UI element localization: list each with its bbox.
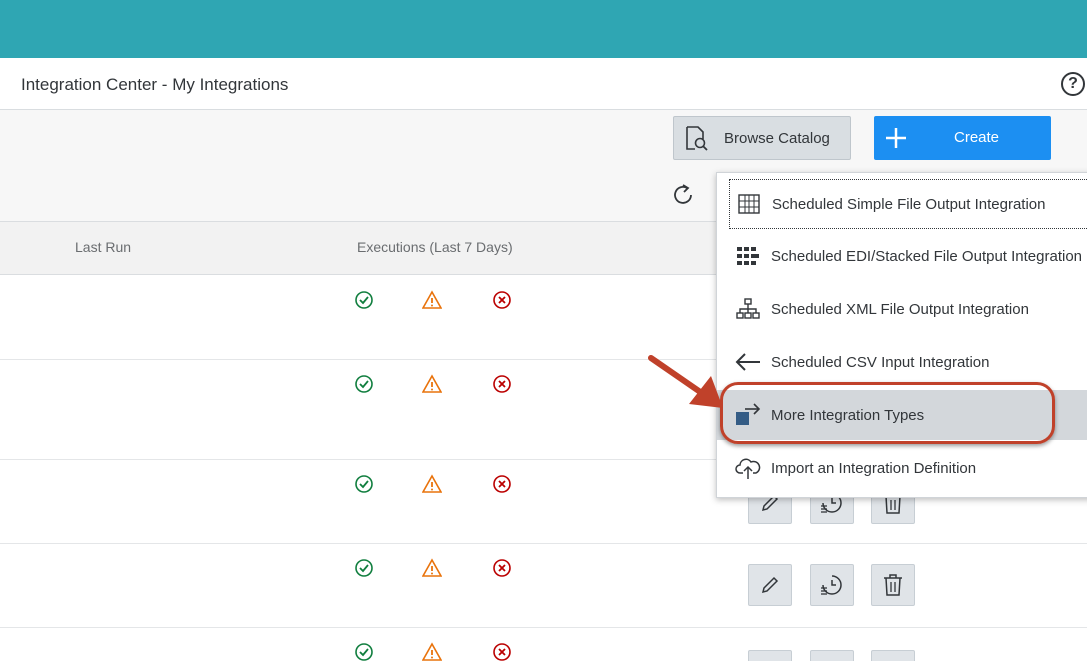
- error-x-icon[interactable]: [492, 642, 512, 661]
- create-button[interactable]: Create: [874, 116, 1051, 160]
- success-check-icon[interactable]: [354, 474, 374, 494]
- menu-item-label: Scheduled CSV Input Integration: [771, 353, 990, 371]
- grid-table-icon: [736, 191, 762, 217]
- menu-item-label: Scheduled EDI/Stacked File Output Integr…: [771, 247, 1083, 265]
- shell-header-bar: [0, 0, 1087, 58]
- browse-catalog-button[interactable]: Browse Catalog: [673, 116, 851, 160]
- title-bar: Integration Center - My Integrations ?: [0, 58, 1087, 110]
- browse-catalog-label: Browse Catalog: [724, 129, 830, 147]
- warning-triangle-icon[interactable]: [422, 290, 442, 310]
- error-x-icon[interactable]: [492, 290, 512, 310]
- annotation-arrow-icon: [648, 355, 723, 408]
- menu-item-import-definition[interactable]: Import an Integration Definition: [717, 443, 1087, 493]
- menu-item-simple-file-output[interactable]: Scheduled Simple File Output Integration: [729, 179, 1087, 229]
- cloud-upload-icon: [735, 455, 761, 481]
- menu-item-xml-file-output[interactable]: Scheduled XML File Output Integration: [717, 284, 1087, 334]
- error-x-icon[interactable]: [492, 374, 512, 394]
- trash-icon: [884, 574, 902, 596]
- warning-triangle-icon[interactable]: [422, 474, 442, 494]
- error-x-icon[interactable]: [492, 474, 512, 494]
- warning-triangle-icon[interactable]: [422, 374, 442, 394]
- schedule-history-button[interactable]: [810, 564, 854, 606]
- annotation-highlight-ring: [720, 382, 1055, 444]
- question-circle-icon[interactable]: ?: [1061, 72, 1085, 96]
- create-menu: Scheduled Simple File Output Integration…: [716, 172, 1087, 498]
- pencil-icon: [761, 576, 779, 594]
- schedule-history-button[interactable]: [810, 650, 854, 661]
- error-x-icon[interactable]: [492, 558, 512, 578]
- warning-triangle-icon[interactable]: [422, 558, 442, 578]
- success-check-icon[interactable]: [354, 290, 374, 310]
- hierarchy-icon: [735, 296, 761, 322]
- success-check-icon[interactable]: [354, 558, 374, 578]
- delete-button[interactable]: [871, 650, 915, 661]
- history-clock-icon: [821, 575, 842, 595]
- edit-button[interactable]: [748, 564, 792, 606]
- edit-button[interactable]: [748, 650, 792, 661]
- menu-item-edi-stacked-output[interactable]: Scheduled EDI/Stacked File Output Integr…: [717, 231, 1087, 281]
- menu-item-label: Scheduled Simple File Output Integration: [772, 195, 1046, 213]
- menu-item-label: Scheduled XML File Output Integration: [771, 300, 1029, 318]
- page-title: Integration Center - My Integrations: [21, 75, 289, 94]
- create-label: Create: [954, 129, 1000, 146]
- menu-item-label: Import an Integration Definition: [771, 459, 977, 477]
- plus-icon: [874, 116, 918, 160]
- column-header-executions[interactable]: Executions (Last 7 Days): [357, 239, 513, 255]
- column-header-last-run[interactable]: Last Run: [75, 239, 131, 255]
- arrow-left-icon: [735, 349, 761, 375]
- stacked-blocks-icon: [735, 243, 761, 269]
- menu-item-csv-input[interactable]: Scheduled CSV Input Integration: [717, 337, 1087, 387]
- success-check-icon[interactable]: [354, 374, 374, 394]
- table-row[interactable]: [0, 544, 1087, 628]
- delete-button[interactable]: [871, 564, 915, 606]
- refresh-icon[interactable]: [670, 182, 696, 208]
- document-search-icon: [674, 117, 718, 159]
- warning-triangle-icon[interactable]: [422, 642, 442, 661]
- success-check-icon[interactable]: [354, 642, 374, 661]
- table-row[interactable]: [0, 628, 1087, 661]
